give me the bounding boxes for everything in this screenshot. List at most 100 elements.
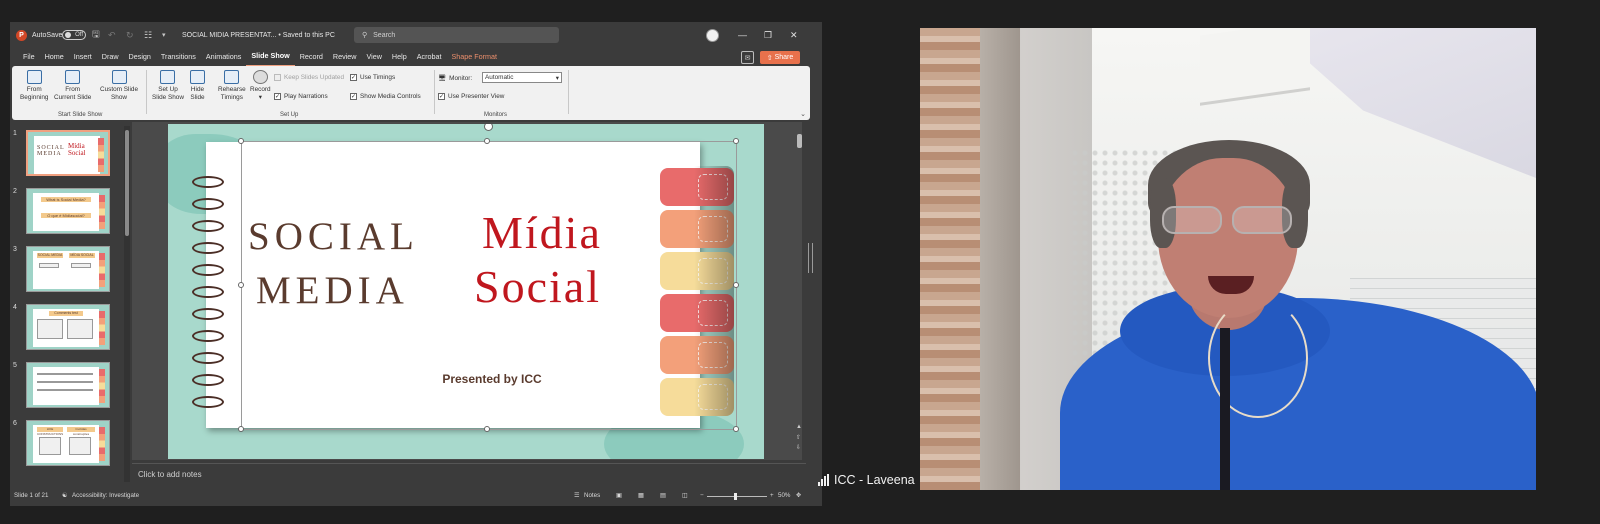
rehearse-timings-button[interactable]: Rehearse Timings	[218, 70, 246, 102]
resize-handle[interactable]	[484, 426, 490, 432]
scroll-up-icon[interactable]: ▲	[796, 424, 802, 430]
slide-thumbnail-5[interactable]	[26, 362, 110, 408]
thumbnail-tabs	[99, 311, 105, 345]
menu-shape-format[interactable]: Shape Format	[447, 48, 503, 66]
zoom-in-icon[interactable]: +	[770, 492, 774, 499]
slide-thumbnail-6[interactable]: LIKE CONSTRUCTIONS Curtidas construções	[26, 420, 110, 466]
slide-thumbnail-4[interactable]: Comments test	[26, 304, 110, 350]
record-label: Record	[250, 86, 271, 93]
share-button[interactable]: ⇧ Share	[760, 51, 800, 64]
menu-transitions[interactable]: Transitions	[156, 48, 201, 66]
slide-thumbnail-2[interactable]: What is Social Media? O que é Mídiasocia…	[26, 188, 110, 234]
resize-handle[interactable]	[484, 138, 490, 144]
reading-view-icon[interactable]: ▤	[660, 492, 666, 499]
current-slide[interactable]: SOCIAL MEDIA Mídia Social Presented by I…	[168, 124, 764, 459]
menu-help[interactable]: Help	[387, 48, 412, 66]
slide-thumbnail-3[interactable]: SOCIAL MEDIA MÍDIA SOCIAL	[26, 246, 110, 292]
hide-slide-button[interactable]: Hide Slide	[190, 70, 205, 102]
monitor-label: 🖥 Monitor:	[438, 74, 472, 83]
zoom-slider-thumb[interactable]	[734, 493, 737, 500]
accessibility-status[interactable]: Accessibility: Investigate	[72, 492, 139, 499]
checkbox-box	[274, 74, 281, 81]
resize-handle[interactable]	[238, 138, 244, 144]
monitor-select[interactable]: Automatic ▾	[482, 72, 562, 83]
resize-handle[interactable]	[238, 282, 244, 288]
thumbnail-row[interactable]: 4 Comments test	[10, 304, 128, 352]
collapse-ribbon-icon[interactable]: ⌄	[800, 110, 806, 118]
spiral-ring	[192, 176, 224, 188]
thumbnail-title-pt: Mídia Social	[68, 142, 86, 157]
redo-icon[interactable]: ↻	[126, 22, 134, 48]
menu-draw[interactable]: Draw	[97, 48, 124, 66]
thumbnail-row[interactable]: 6 LIKE CONSTRUCTIONS Curtidas construçõe…	[10, 420, 128, 468]
previous-slide-icon[interactable]: ⇧	[796, 434, 801, 441]
menu-slide-show[interactable]: Slide Show	[246, 47, 295, 67]
save-icon[interactable]: 🖫	[92, 22, 100, 48]
scroll-thumb[interactable]	[797, 134, 802, 148]
close-icon[interactable]: ✕	[790, 22, 798, 48]
resize-splitter[interactable]	[808, 243, 813, 273]
customize-quick-access-icon[interactable]: ▾	[162, 22, 166, 48]
thumbnail-scrollbar[interactable]	[124, 126, 130, 482]
next-slide-icon[interactable]: ⇩	[796, 444, 801, 451]
slide-sorter-icon[interactable]: ▦	[638, 492, 644, 499]
resize-handle[interactable]	[733, 138, 739, 144]
resize-handle[interactable]	[733, 282, 739, 288]
thumbnail-row[interactable]: 5	[10, 362, 128, 410]
use-presenter-view-checkbox[interactable]: ✓ Use Presenter View	[438, 93, 504, 100]
rotate-handle[interactable]	[484, 124, 493, 131]
zoom-out-icon[interactable]: −	[700, 492, 704, 499]
thumbnail-line: Comments test	[49, 311, 83, 316]
menu-design[interactable]: Design	[124, 48, 156, 66]
document-title[interactable]: SOCIAL MIDIA PRESENTAT... • Saved to thi…	[182, 22, 335, 48]
slide-editor: SOCIAL MEDIA Mídia Social Presented by I…	[132, 122, 802, 460]
resize-handle[interactable]	[733, 426, 739, 432]
show-media-controls-checkbox[interactable]: ✓ Show Media Controls	[350, 93, 421, 100]
comments-icon[interactable]: ✉	[741, 51, 754, 64]
menu-record[interactable]: Record	[295, 48, 328, 66]
play-from-beginning-icon	[26, 70, 42, 84]
scroll-thumb[interactable]	[125, 130, 129, 236]
zoom-slider[interactable]	[707, 496, 767, 497]
menu-animations[interactable]: Animations	[201, 48, 247, 66]
slide-scrollbar[interactable]: ▲ ⇧ ⇩	[796, 128, 804, 458]
menu-file[interactable]: File	[18, 48, 40, 66]
minimize-icon[interactable]: —	[738, 22, 747, 48]
menu-view[interactable]: View	[361, 48, 386, 66]
thumbnail-tabs	[99, 195, 105, 229]
zoom-level[interactable]: 50%	[778, 492, 790, 499]
menu-insert[interactable]: Insert	[69, 48, 97, 66]
keep-slides-updated-checkbox[interactable]: Keep Slides Updated	[274, 74, 344, 81]
thumbnail-line	[37, 381, 93, 383]
search-box[interactable]: ⚲ Search	[354, 27, 559, 43]
custom-slide-show-button[interactable]: Custom Slide Show	[100, 70, 138, 102]
spiral-ring	[192, 352, 224, 364]
thumbnail-number: 5	[13, 362, 17, 369]
thumbnail-row[interactable]: 3 SOCIAL MEDIA MÍDIA SOCIAL	[10, 246, 128, 294]
menu-review[interactable]: Review	[328, 48, 362, 66]
notes-button[interactable]: Notes	[584, 492, 600, 499]
play-narrations-checkbox[interactable]: ✓ Play Narrations	[274, 93, 328, 100]
notes-pane[interactable]: Click to add notes	[132, 463, 806, 485]
video-background	[920, 28, 980, 490]
from-current-label-1: From	[65, 86, 81, 93]
avatar[interactable]	[706, 22, 719, 48]
menu-home[interactable]: Home	[40, 48, 69, 66]
autosave-toggle[interactable]: Off	[62, 22, 86, 48]
slide-thumbnail-1[interactable]: SOCIAL MEDIA Mídia Social	[26, 130, 110, 176]
thumbnail-row[interactable]: 1 SOCIAL MEDIA Mídia Social	[10, 130, 128, 178]
from-current-slide-button[interactable]: From Current Slide	[54, 70, 91, 102]
normal-view-icon[interactable]: ▣	[616, 492, 622, 499]
restore-icon[interactable]: ❐	[764, 22, 772, 48]
thumbnail-row[interactable]: 2 What is Social Media? O que é Mídiasoc…	[10, 188, 128, 236]
present-icon[interactable]: ☷	[144, 22, 152, 48]
record-button[interactable]: Record ▾	[250, 70, 271, 102]
resize-handle[interactable]	[238, 426, 244, 432]
set-up-slide-show-button[interactable]: Set Up Slide Show	[152, 70, 184, 102]
undo-icon[interactable]: ↶	[108, 22, 116, 48]
slide-show-icon[interactable]: ◫	[682, 492, 688, 499]
use-timings-checkbox[interactable]: ✓ Use Timings	[350, 74, 395, 81]
menu-acrobat[interactable]: Acrobat	[412, 48, 447, 66]
from-beginning-button[interactable]: From Beginning	[20, 70, 48, 102]
fit-to-window-icon[interactable]: ✥	[796, 492, 801, 499]
